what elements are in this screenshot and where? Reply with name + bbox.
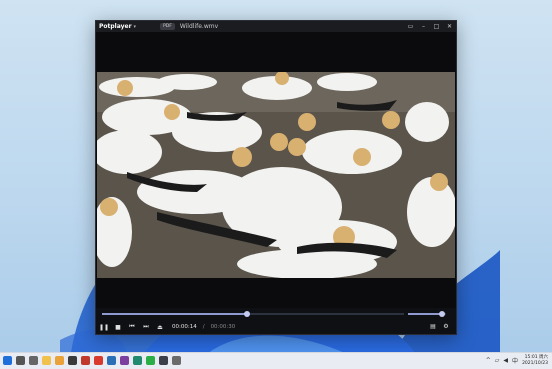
close-icon[interactable]: ✕ [446,22,453,30]
volume-handle[interactable] [439,311,446,317]
potplayer-window[interactable]: Potplayer ▾ PDF Wildlife.wmv ▭ – □ ✕ ❚❚ … [95,20,457,335]
total-duration: 00:00:30 [210,324,236,330]
gannet-colony-image [97,72,455,278]
file-type-badge: PDF [160,23,175,30]
network-icon[interactable]: ▱ [495,357,500,364]
minimize-icon[interactable]: – [420,22,427,30]
app-icon[interactable] [81,356,90,365]
volume-level [408,313,443,315]
maximize-icon[interactable]: □ [433,22,440,30]
seek-bar[interactable] [102,311,404,317]
wechat-icon[interactable] [146,356,155,365]
onenote-icon[interactable] [120,356,129,365]
chrome-icon[interactable] [55,356,64,365]
chevron-up-icon[interactable]: ^ [486,357,491,364]
playlist-icon[interactable]: ▤ [429,322,437,330]
search-icon[interactable] [16,356,25,365]
app-menu-button[interactable]: Potplayer [99,23,132,30]
app-icon[interactable] [133,356,142,365]
speaker-icon[interactable]: ◀ [503,357,508,364]
app-icon[interactable] [172,356,181,365]
windows-start-icon[interactable] [3,356,12,365]
title-bar[interactable]: Potplayer ▾ PDF Wildlife.wmv ▭ – □ ✕ [96,21,456,32]
system-tray: ^ ▱ ◀ 中 15:01 周六 2021/10/23 [486,355,548,366]
adobe-icon[interactable] [94,356,103,365]
chevron-down-icon[interactable]: ▾ [134,24,137,30]
taskbar: ^ ▱ ◀ 中 15:01 周六 2021/10/23 [0,352,552,369]
control-bar: ❚❚ ■ ⏮ ⏭ ⏏ 00:00:14 / 00:00:30 ▤ ⚙ [96,308,456,334]
app-icon[interactable] [107,356,116,365]
file-explorer-icon[interactable] [42,356,51,365]
stop-icon[interactable]: ■ [114,323,122,331]
clock[interactable]: 15:01 周六 2021/10/23 [522,355,548,366]
pin-icon[interactable]: ▭ [407,22,414,30]
next-icon[interactable]: ⏭ [142,323,150,331]
settings-icon[interactable]: ⚙ [442,322,450,330]
clock-date: 2021/10/23 [522,360,548,366]
seek-bar-progress [102,313,247,315]
seek-bar-handle[interactable] [243,311,250,317]
previous-icon[interactable]: ⏮ [128,323,136,331]
time-separator: / [202,324,205,330]
app-icon[interactable] [68,356,77,365]
app-icon[interactable] [159,356,168,365]
task-view-icon[interactable] [29,356,38,365]
eject-icon[interactable]: ⏏ [156,323,164,331]
pause-icon[interactable]: ❚❚ [99,323,109,331]
taskbar-icons [3,356,181,365]
language-icon[interactable]: 中 [512,356,518,365]
current-time: 00:00:14 [172,324,197,330]
volume-slider[interactable] [408,311,446,317]
video-frame[interactable] [97,72,455,278]
file-title: Wildlife.wmv [179,23,219,30]
